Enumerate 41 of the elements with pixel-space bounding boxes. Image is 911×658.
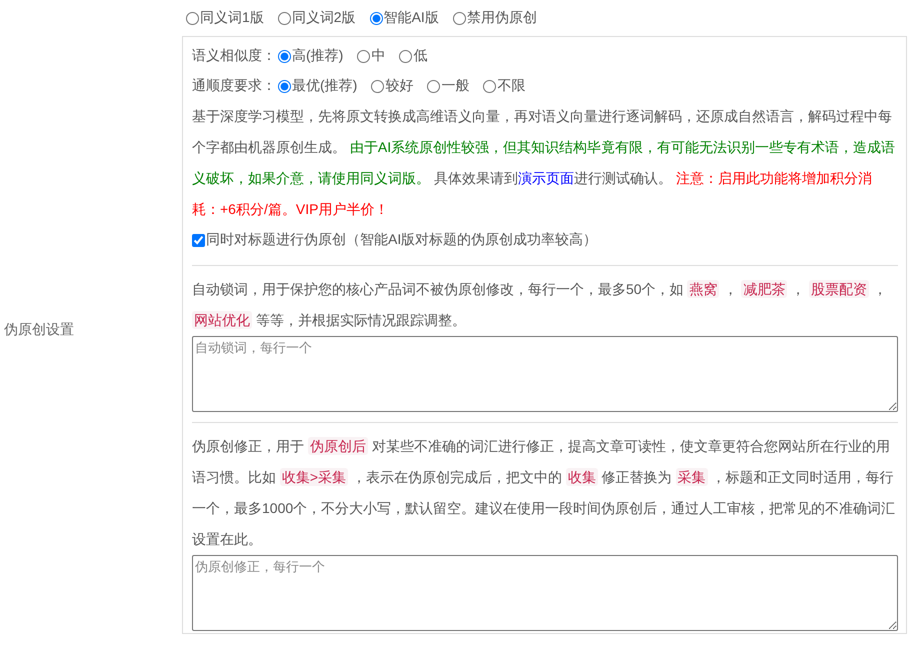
radio-option[interactable]: 较好 bbox=[371, 77, 414, 95]
keyword-tag: 收集 bbox=[566, 468, 598, 486]
radio-option[interactable]: 同义词2版 bbox=[278, 9, 356, 27]
similarity-label: 语义相似度： bbox=[192, 47, 276, 65]
radio-option[interactable]: 高(推荐) bbox=[278, 47, 344, 65]
description-text: 伪原创修正，用于 伪原创后 对某些不准确的词汇进行修正，提高文章可读性，使文章更符合您网站所在行业的用语习惯。比如 收集>采集 ，表示在伪原创完成后，把文中的 收集 修正替换为 采集 ，标题和正文同时适用，每行一个，最多1000个，不分大小写，默认留空。建议在使用一段时间伪原创后，通过人工审核，把常见的不准确词汇设置在此。 bbox=[192, 436, 896, 549]
description-text: 基于深度学习模型，先将原文转换成高维语义向量，再对语义向量进行逐词解码，还原成自然语言，解码过程中每个字都由机器原创生成。 由于AI系统原创性较强，但其知识结构毕竟有限，有可能无法识别一些专有术语，造成语义破坏，如果介意，请使用同义词版。 具体效果请到演示页面进行测试确认。 注意：启用此功能将增加积分消耗：+6积分/篇。VIP用户半价！ bbox=[192, 107, 896, 219]
section-label: 伪原创设置 bbox=[4, 321, 74, 339]
corrections-field[interactable]: 伪原创修正，每行一个 bbox=[192, 555, 898, 631]
checkbox-option[interactable]: 同时对标题进行伪原创（智能AI版对标题的伪原创成功率较高） bbox=[192, 225, 598, 255]
keyword-tag: 采集 bbox=[676, 468, 708, 486]
keyword-tag: 伪原创后 bbox=[308, 437, 368, 455]
radio-option[interactable]: 智能AI版 bbox=[370, 9, 439, 27]
radio-button[interactable] bbox=[427, 80, 440, 92]
description-text: 自动锁词，用于保护您的核心产品词不被伪原创修改，每行一个，最多50个，如 燕窝 ， 减肥茶 ， 股票配资 ， 网站优化 等等，并根据实际情况跟踪调整。 bbox=[192, 279, 888, 331]
radio-option[interactable]: 低 bbox=[399, 47, 428, 65]
radio-option[interactable]: 中 bbox=[357, 47, 386, 65]
radio-option[interactable]: 同义词1版 bbox=[186, 9, 264, 27]
radio-button[interactable] bbox=[399, 50, 412, 62]
keyword-tag: 股票配资 bbox=[809, 280, 870, 298]
radio-button[interactable] bbox=[186, 12, 199, 24]
radio-option[interactable]: 一般 bbox=[427, 77, 470, 95]
radio-button[interactable] bbox=[452, 12, 466, 24]
radio-button[interactable] bbox=[371, 80, 384, 92]
demo-page-link[interactable]: 演示页面 bbox=[518, 170, 574, 186]
radio-option[interactable]: 最优(推荐) bbox=[278, 77, 358, 95]
radio-button[interactable] bbox=[370, 12, 383, 24]
keyword-tag: 网站优化 bbox=[192, 311, 252, 329]
fluency-label: 通顺度要求： bbox=[192, 77, 276, 95]
radio-button[interactable] bbox=[483, 80, 496, 92]
radio-option[interactable]: 不限 bbox=[483, 77, 526, 95]
radio-button[interactable] bbox=[278, 80, 291, 92]
keyword-tag: 收集>采集 bbox=[280, 468, 348, 486]
radio-button[interactable] bbox=[278, 12, 291, 24]
checkbox[interactable] bbox=[192, 234, 205, 246]
lock-words-field[interactable]: 自动锁词，每行一个 bbox=[192, 336, 898, 412]
keyword-tag: 燕窝 bbox=[687, 280, 720, 298]
keyword-tag: 减肥茶 bbox=[741, 280, 788, 298]
radio-button[interactable] bbox=[357, 50, 370, 62]
radio-button[interactable] bbox=[278, 50, 291, 62]
radio-option[interactable]: 禁用伪原创 bbox=[452, 9, 537, 27]
